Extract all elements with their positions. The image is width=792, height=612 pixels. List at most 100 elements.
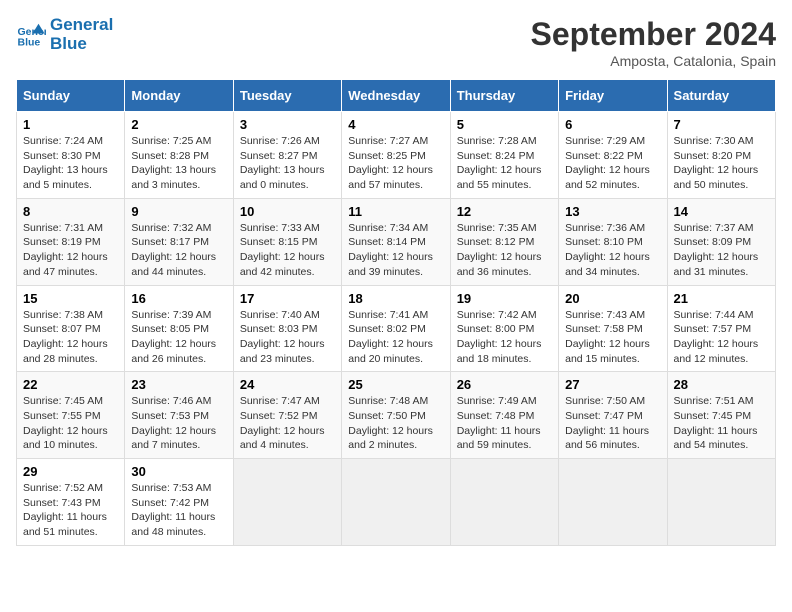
weekday-header: Monday — [125, 80, 233, 112]
day-detail: Sunrise: 7:45 AM Sunset: 7:55 PM Dayligh… — [23, 394, 118, 453]
calendar-day-cell — [342, 459, 450, 546]
day-detail: Sunrise: 7:24 AM Sunset: 8:30 PM Dayligh… — [23, 134, 118, 193]
day-detail: Sunrise: 7:29 AM Sunset: 8:22 PM Dayligh… — [565, 134, 660, 193]
calendar-day-cell: 9 Sunrise: 7:32 AM Sunset: 8:17 PM Dayli… — [125, 198, 233, 285]
calendar-day-cell: 12 Sunrise: 7:35 AM Sunset: 8:12 PM Dayl… — [450, 198, 558, 285]
location: Amposta, Catalonia, Spain — [531, 53, 776, 69]
day-number: 16 — [131, 291, 226, 306]
calendar-table: SundayMondayTuesdayWednesdayThursdayFrid… — [16, 79, 776, 546]
day-detail: Sunrise: 7:47 AM Sunset: 7:52 PM Dayligh… — [240, 394, 335, 453]
day-number: 2 — [131, 117, 226, 132]
calendar-day-cell: 5 Sunrise: 7:28 AM Sunset: 8:24 PM Dayli… — [450, 112, 558, 199]
day-detail: Sunrise: 7:43 AM Sunset: 7:58 PM Dayligh… — [565, 308, 660, 367]
calendar-day-cell: 13 Sunrise: 7:36 AM Sunset: 8:10 PM Dayl… — [559, 198, 667, 285]
calendar-day-cell: 27 Sunrise: 7:50 AM Sunset: 7:47 PM Dayl… — [559, 372, 667, 459]
weekday-header: Tuesday — [233, 80, 341, 112]
weekday-header: Thursday — [450, 80, 558, 112]
title-block: September 2024 Amposta, Catalonia, Spain — [531, 16, 776, 69]
calendar-day-cell: 30 Sunrise: 7:53 AM Sunset: 7:42 PM Dayl… — [125, 459, 233, 546]
calendar-day-cell: 20 Sunrise: 7:43 AM Sunset: 7:58 PM Dayl… — [559, 285, 667, 372]
calendar-day-cell: 15 Sunrise: 7:38 AM Sunset: 8:07 PM Dayl… — [17, 285, 125, 372]
day-number: 7 — [674, 117, 769, 132]
logo-icon: General Blue — [16, 20, 46, 50]
calendar-day-cell: 1 Sunrise: 7:24 AM Sunset: 8:30 PM Dayli… — [17, 112, 125, 199]
day-number: 20 — [565, 291, 660, 306]
day-detail: Sunrise: 7:33 AM Sunset: 8:15 PM Dayligh… — [240, 221, 335, 280]
day-detail: Sunrise: 7:44 AM Sunset: 7:57 PM Dayligh… — [674, 308, 769, 367]
day-detail: Sunrise: 7:34 AM Sunset: 8:14 PM Dayligh… — [348, 221, 443, 280]
weekday-header: Wednesday — [342, 80, 450, 112]
day-detail: Sunrise: 7:46 AM Sunset: 7:53 PM Dayligh… — [131, 394, 226, 453]
day-number: 9 — [131, 204, 226, 219]
day-number: 8 — [23, 204, 118, 219]
calendar-week-row: 8 Sunrise: 7:31 AM Sunset: 8:19 PM Dayli… — [17, 198, 776, 285]
day-detail: Sunrise: 7:25 AM Sunset: 8:28 PM Dayligh… — [131, 134, 226, 193]
day-number: 28 — [674, 377, 769, 392]
day-number: 13 — [565, 204, 660, 219]
day-number: 23 — [131, 377, 226, 392]
day-detail: Sunrise: 7:49 AM Sunset: 7:48 PM Dayligh… — [457, 394, 552, 453]
weekday-header-row: SundayMondayTuesdayWednesdayThursdayFrid… — [17, 80, 776, 112]
calendar-day-cell: 25 Sunrise: 7:48 AM Sunset: 7:50 PM Dayl… — [342, 372, 450, 459]
calendar-day-cell: 6 Sunrise: 7:29 AM Sunset: 8:22 PM Dayli… — [559, 112, 667, 199]
day-detail: Sunrise: 7:31 AM Sunset: 8:19 PM Dayligh… — [23, 221, 118, 280]
page-header: General Blue GeneralBlue September 2024 … — [16, 16, 776, 69]
calendar-day-cell — [233, 459, 341, 546]
calendar-day-cell: 16 Sunrise: 7:39 AM Sunset: 8:05 PM Dayl… — [125, 285, 233, 372]
day-detail: Sunrise: 7:39 AM Sunset: 8:05 PM Dayligh… — [131, 308, 226, 367]
calendar-day-cell: 7 Sunrise: 7:30 AM Sunset: 8:20 PM Dayli… — [667, 112, 775, 199]
day-detail: Sunrise: 7:40 AM Sunset: 8:03 PM Dayligh… — [240, 308, 335, 367]
calendar-day-cell: 11 Sunrise: 7:34 AM Sunset: 8:14 PM Dayl… — [342, 198, 450, 285]
day-number: 25 — [348, 377, 443, 392]
calendar-day-cell: 26 Sunrise: 7:49 AM Sunset: 7:48 PM Dayl… — [450, 372, 558, 459]
day-number: 12 — [457, 204, 552, 219]
calendar-day-cell: 8 Sunrise: 7:31 AM Sunset: 8:19 PM Dayli… — [17, 198, 125, 285]
day-number: 5 — [457, 117, 552, 132]
calendar-day-cell: 3 Sunrise: 7:26 AM Sunset: 8:27 PM Dayli… — [233, 112, 341, 199]
day-number: 26 — [457, 377, 552, 392]
calendar-day-cell: 24 Sunrise: 7:47 AM Sunset: 7:52 PM Dayl… — [233, 372, 341, 459]
calendar-week-row: 1 Sunrise: 7:24 AM Sunset: 8:30 PM Dayli… — [17, 112, 776, 199]
logo-text: GeneralBlue — [50, 16, 113, 53]
day-number: 3 — [240, 117, 335, 132]
calendar-day-cell: 19 Sunrise: 7:42 AM Sunset: 8:00 PM Dayl… — [450, 285, 558, 372]
calendar-day-cell — [559, 459, 667, 546]
day-detail: Sunrise: 7:41 AM Sunset: 8:02 PM Dayligh… — [348, 308, 443, 367]
day-detail: Sunrise: 7:28 AM Sunset: 8:24 PM Dayligh… — [457, 134, 552, 193]
day-detail: Sunrise: 7:30 AM Sunset: 8:20 PM Dayligh… — [674, 134, 769, 193]
day-number: 18 — [348, 291, 443, 306]
day-number: 1 — [23, 117, 118, 132]
calendar-day-cell: 14 Sunrise: 7:37 AM Sunset: 8:09 PM Dayl… — [667, 198, 775, 285]
day-number: 30 — [131, 464, 226, 479]
calendar-day-cell — [667, 459, 775, 546]
day-detail: Sunrise: 7:51 AM Sunset: 7:45 PM Dayligh… — [674, 394, 769, 453]
day-number: 17 — [240, 291, 335, 306]
day-detail: Sunrise: 7:42 AM Sunset: 8:00 PM Dayligh… — [457, 308, 552, 367]
day-number: 21 — [674, 291, 769, 306]
day-detail: Sunrise: 7:35 AM Sunset: 8:12 PM Dayligh… — [457, 221, 552, 280]
day-number: 24 — [240, 377, 335, 392]
calendar-day-cell: 4 Sunrise: 7:27 AM Sunset: 8:25 PM Dayli… — [342, 112, 450, 199]
day-detail: Sunrise: 7:32 AM Sunset: 8:17 PM Dayligh… — [131, 221, 226, 280]
day-number: 22 — [23, 377, 118, 392]
calendar-day-cell: 23 Sunrise: 7:46 AM Sunset: 7:53 PM Dayl… — [125, 372, 233, 459]
calendar-day-cell: 28 Sunrise: 7:51 AM Sunset: 7:45 PM Dayl… — [667, 372, 775, 459]
weekday-header: Friday — [559, 80, 667, 112]
day-detail: Sunrise: 7:38 AM Sunset: 8:07 PM Dayligh… — [23, 308, 118, 367]
day-number: 19 — [457, 291, 552, 306]
calendar-day-cell — [450, 459, 558, 546]
day-number: 6 — [565, 117, 660, 132]
month-title: September 2024 — [531, 16, 776, 53]
day-detail: Sunrise: 7:26 AM Sunset: 8:27 PM Dayligh… — [240, 134, 335, 193]
day-number: 10 — [240, 204, 335, 219]
day-detail: Sunrise: 7:48 AM Sunset: 7:50 PM Dayligh… — [348, 394, 443, 453]
calendar-day-cell: 29 Sunrise: 7:52 AM Sunset: 7:43 PM Dayl… — [17, 459, 125, 546]
weekday-header: Sunday — [17, 80, 125, 112]
calendar-week-row: 29 Sunrise: 7:52 AM Sunset: 7:43 PM Dayl… — [17, 459, 776, 546]
calendar-day-cell: 2 Sunrise: 7:25 AM Sunset: 8:28 PM Dayli… — [125, 112, 233, 199]
day-number: 4 — [348, 117, 443, 132]
calendar-week-row: 22 Sunrise: 7:45 AM Sunset: 7:55 PM Dayl… — [17, 372, 776, 459]
day-detail: Sunrise: 7:50 AM Sunset: 7:47 PM Dayligh… — [565, 394, 660, 453]
day-number: 29 — [23, 464, 118, 479]
calendar-day-cell: 17 Sunrise: 7:40 AM Sunset: 8:03 PM Dayl… — [233, 285, 341, 372]
